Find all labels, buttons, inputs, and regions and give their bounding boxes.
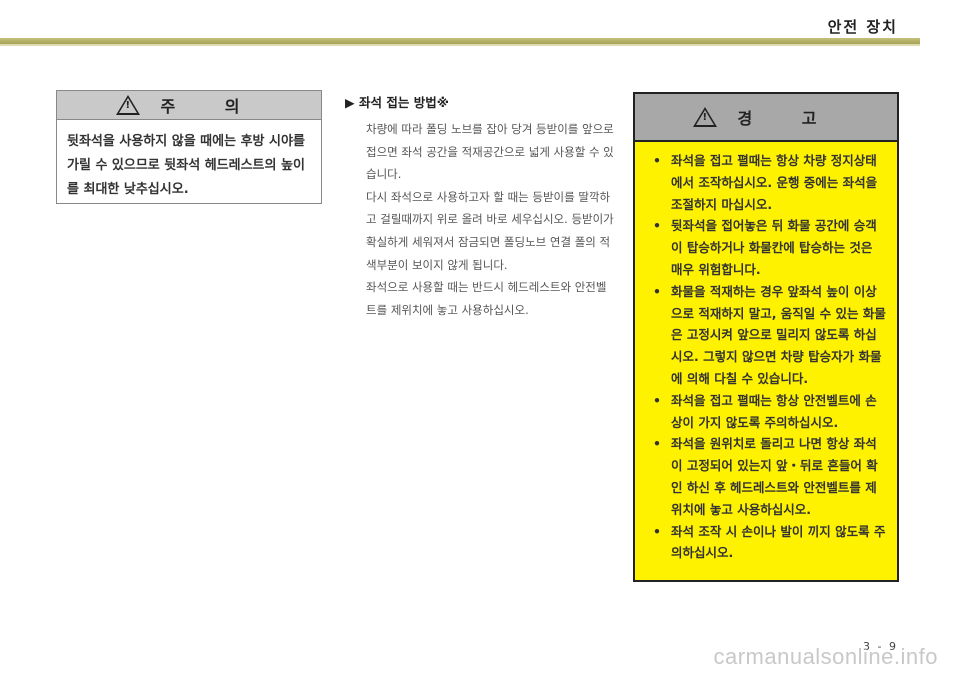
warning-item-text: 좌석 조작 시 손이나 발이 끼지 않도록 주의하십시오. (671, 523, 886, 561)
section-body: 차량에 따라 폴딩 노브를 잡아 당겨 등받이를 앞으로 접으면 좌석 공간을 … (366, 118, 616, 321)
caution-title: 주 의 (160, 97, 262, 116)
bullet-icon: • (653, 436, 661, 452)
bullet-icon: • (653, 153, 661, 168)
bullet-icon: • (653, 218, 661, 234)
watermark: carmanualsonline.info (713, 644, 938, 669)
section-paragraph: 다시 좌석으로 사용하고자 할 때는 등받이를 딸깍하고 걸릴때까지 위로 올려… (366, 189, 614, 272)
warning-title: 경 고 (737, 109, 839, 128)
bullet-icon: • (653, 523, 661, 539)
warning-item-text: 좌석을 접고 펼때는 항상 차량 정지상태에서 조작하십시오. 운행 중에는 좌… (671, 153, 878, 212)
header-rule-light (0, 44, 920, 46)
section-title: ▶ 좌석 접는 방법※ (345, 92, 449, 111)
warning-triangle-icon: ! (693, 107, 718, 127)
section-title-text: 좌석 접는 방법※ (358, 95, 449, 110)
warning-triangle-icon: ! (116, 95, 141, 115)
caution-body: 뒷좌석을 사용하지 않을 때에는 후방 시야를 가릴 수 있으므로 뒷좌석 헤드… (67, 134, 305, 197)
warning-list: • 좌석을 접고 펼때는 항상 차량 정지상태에서 조작하십시오. 운행 중에는 … (635, 142, 897, 564)
caution-header: ! 주 의 (57, 91, 321, 120)
section-marker-icon: ▶ (345, 95, 355, 110)
page-header-title: 안전 장치 (827, 18, 898, 36)
bullet-icon: • (653, 392, 661, 408)
section-paragraph: 차량에 따라 폴딩 노브를 잡아 당겨 등받이를 앞으로 접으면 좌석 공간을 … (366, 122, 614, 182)
warning-item-text: 좌석을 접고 펼때는 항상 안전벨트에 손상이 가지 않도록 주의하십시오. (671, 392, 877, 430)
warning-item: • 뒷좌석을 접어놓은 뒤 화물 공간에 승객이 탑승하거나 화물칸에 탑승하는 … (653, 215, 887, 280)
caution-box: ! 주 의 뒷좌석을 사용하지 않을 때에는 후방 시야를 가릴 수 있으므로 … (56, 90, 322, 204)
warning-item: • 좌석 조작 시 손이나 발이 끼지 않도록 주의하십시오. (653, 521, 887, 565)
warning-item-text: 뒷좌석을 접어놓은 뒤 화물 공간에 승객이 탑승하거나 화물칸에 탑승하는 것… (671, 218, 877, 277)
warning-box: ! 경 고 • 좌석을 접고 펼때는 항상 차량 정지상태에서 조작하십시오. 운… (633, 92, 899, 582)
warning-item-text: 화물을 적재하는 경우 앞좌석 높이 이상으로 적재하지 말고, 움직일 수 있… (671, 283, 886, 386)
warning-item: • 화물을 적재하는 경우 앞좌석 높이 이상으로 적재하지 말고, 움직일 수 … (653, 281, 887, 390)
warning-item: • 좌석을 접고 펼때는 항상 안전벨트에 손상이 가지 않도록 주의하십시오. (653, 390, 887, 434)
warning-item: • 좌석을 접고 펼때는 항상 차량 정지상태에서 조작하십시오. 운행 중에는 … (653, 150, 887, 215)
warning-header: ! 경 고 (635, 94, 897, 142)
section-paragraph: 좌석으로 사용할 때는 반드시 헤드레스트와 안전벨트를 제위치에 놓고 사용하… (366, 280, 607, 317)
bullet-icon: • (653, 283, 661, 299)
warning-item: • 좌석을 원위치로 돌리고 나면 항상 좌석이 고정되어 있는지 앞・뒤로 흔들… (653, 433, 887, 520)
warning-item-text: 좌석을 원위치로 돌리고 나면 항상 좌석이 고정되어 있는지 앞・뒤로 흔들어… (671, 436, 878, 517)
